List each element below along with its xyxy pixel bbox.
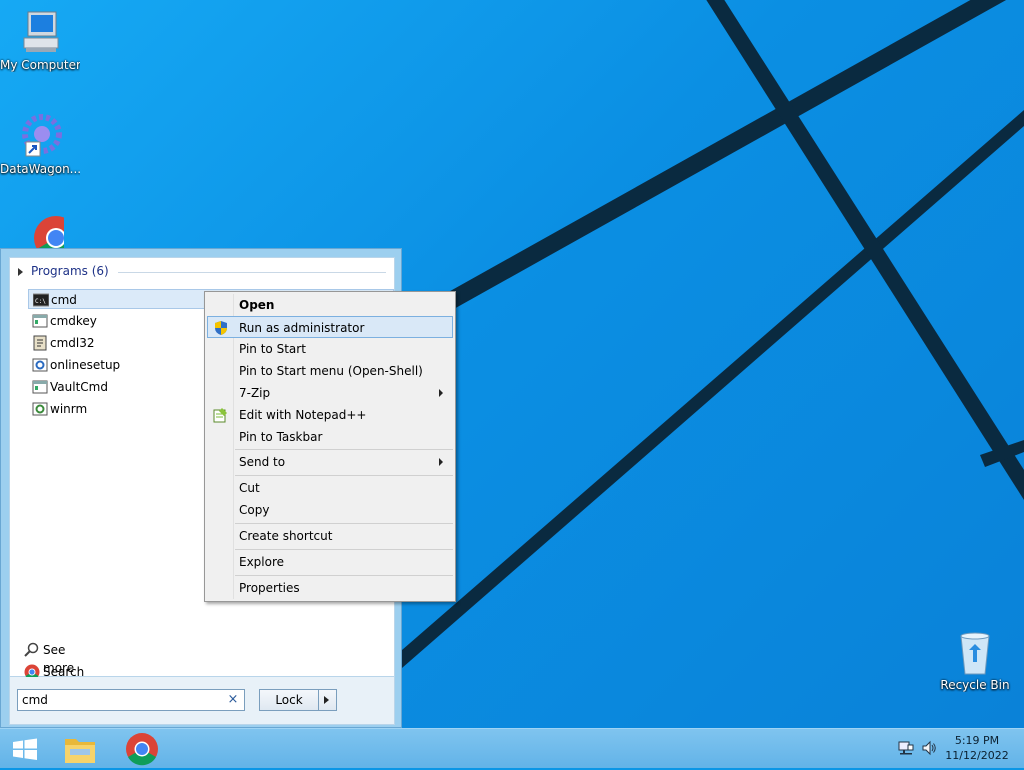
desktop-icon-label: DataWagon... [0,162,80,176]
menu-item-pin-to-start-menu-openshell[interactable]: Pin to Start menu (Open-Shell) [207,360,453,382]
menu-item-send-to[interactable]: Send to [207,451,453,473]
notepadpp-icon [212,407,228,423]
menu-item-copy[interactable]: Copy [207,499,453,521]
desktop-icon-datawagon[interactable]: DataWagon... [0,112,80,176]
start-button[interactable] [4,731,44,767]
recycle-bin-icon [951,628,999,676]
program-label: onlinesetup [50,358,121,372]
menu-item-label: Edit with Notepad++ [239,408,367,422]
programs-header[interactable]: Programs (6) [18,264,386,280]
program-label: cmd [51,293,77,307]
computer-icon [16,8,64,56]
divider [118,272,386,273]
menu-item-label: Send to [239,455,286,469]
desktop-icon-label: My Computer [0,58,80,72]
menu-item-label: Properties [239,581,300,595]
menu-item-cut[interactable]: Cut [207,477,453,499]
desktop-icon-my-computer[interactable]: My Computer [0,8,80,72]
search-icon [24,642,40,658]
phonebook-icon [32,335,48,351]
chevron-right-icon[interactable] [324,696,329,704]
search-field[interactable]: × [17,689,245,711]
context-menu: Open Run as administrator Pin to Start P… [204,291,456,602]
menu-item-label: Explore [239,555,285,569]
menu-item-label: Cut [239,481,260,495]
menu-separator [235,549,453,550]
file-explorer-button[interactable] [60,731,100,767]
program-label: winrm [50,402,88,416]
program-label: VaultCmd [50,380,108,394]
chrome-taskbar-button[interactable] [122,731,162,767]
console-icon: C:\ [32,292,50,308]
setup-icon [32,357,48,373]
uac-shield-icon [213,320,229,336]
menu-item-label: Copy [239,503,270,517]
menu-item-label: Pin to Taskbar [239,430,323,444]
program-label: cmdkey [50,314,97,328]
menu-separator [235,449,453,450]
menu-item-label: Open [239,298,275,312]
menu-separator [235,575,453,576]
divider [318,690,319,710]
menu-item-7zip[interactable]: 7-Zip [207,382,453,404]
desktop-icon-recycle-bin[interactable]: Recycle Bin [935,628,1015,692]
menu-item-pin-to-taskbar[interactable]: Pin to Taskbar [207,426,453,448]
network-icon[interactable] [898,740,914,756]
clear-search-icon[interactable]: × [226,692,240,708]
app-window-icon [32,313,48,329]
taskbar: 5:19 PM 11/12/2022 [0,728,1024,768]
desktop-icon-label: Recycle Bin [940,678,1010,692]
script-icon [32,401,48,417]
submenu-arrow-icon [439,389,443,397]
app-window-icon [32,379,48,395]
clock-date: 11/12/2022 [945,749,1009,762]
clock-time: 5:19 PM [954,734,1000,747]
menu-item-properties[interactable]: Properties [207,577,453,599]
menu-item-open[interactable]: Open [207,294,453,316]
submenu-arrow-icon [439,458,443,466]
menu-separator [235,475,453,476]
datawagon-icon [16,112,64,160]
menu-separator [235,523,453,524]
menu-item-create-shortcut[interactable]: Create shortcut [207,525,453,547]
menu-item-label: 7-Zip [239,386,271,400]
menu-item-label: Run as administrator [239,321,365,335]
menu-item-label: Pin to Start [239,342,306,356]
program-label: cmdl32 [50,336,95,350]
start-icon [13,738,37,760]
lock-button-label: Lock [275,693,303,707]
file-explorer-icon [65,739,95,763]
system-clock[interactable]: 5:19 PM 11/12/2022 [942,733,1012,763]
menu-item-label: Pin to Start menu (Open-Shell) [239,364,423,378]
menu-item-explore[interactable]: Explore [207,551,453,573]
menu-item-run-as-administrator[interactable]: Run as administrator [207,316,453,338]
menu-item-pin-to-start[interactable]: Pin to Start [207,338,453,360]
volume-icon[interactable] [921,740,937,756]
start-bottom-bar: × Lock [9,677,395,725]
expand-triangle-icon[interactable] [18,267,23,276]
programs-header-label: Programs (6) [31,264,109,278]
chrome-icon [126,733,158,766]
lock-button[interactable]: Lock [259,689,337,711]
svg-text:C:\: C:\ [35,298,46,305]
menu-item-label: Create shortcut [239,529,333,543]
menu-item-edit-with-notepadpp[interactable]: Edit with Notepad++ [207,404,453,426]
search-input[interactable] [22,692,218,708]
